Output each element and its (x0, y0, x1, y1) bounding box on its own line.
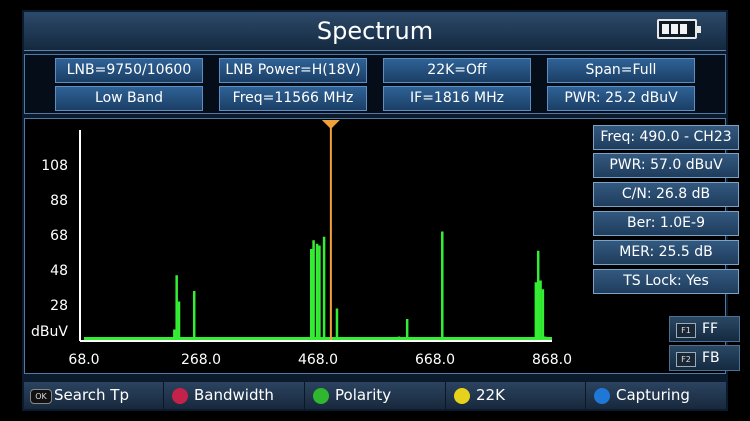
y-tick-label: 28 (50, 298, 68, 314)
title-bar: Spectrum (24, 12, 726, 51)
22k-toggle-button[interactable]: 22K (446, 382, 586, 409)
signal-bar (309, 249, 313, 340)
signal-bar (335, 308, 339, 340)
yellow-key-icon (454, 388, 470, 404)
signal-bar (175, 275, 178, 340)
red-key-icon (172, 388, 188, 404)
battery-cell (662, 24, 669, 34)
ber-measurement: Ber: 1.0E-9 (593, 211, 739, 236)
22k-label: 22K (476, 386, 505, 404)
search-tp-button[interactable]: OK Search Tp (24, 382, 164, 409)
blue-key-icon (594, 388, 610, 404)
marker-triangle-icon[interactable] (321, 120, 340, 129)
signal-bar (312, 240, 315, 340)
battery-icon (657, 19, 701, 39)
battery-nub (697, 26, 701, 33)
x-tick-label: 868.0 (532, 352, 572, 368)
ff-button[interactable]: F1 FF (669, 316, 740, 342)
if-readout: IF=1816 MHz (383, 86, 531, 111)
signal-bar (177, 301, 181, 340)
signal-bar (539, 280, 542, 340)
y-tick-label: 48 (50, 263, 68, 279)
ff-label: FF (702, 321, 719, 337)
bandwidth-button[interactable]: Bandwidth (164, 382, 305, 409)
page-title: Spectrum (316, 17, 434, 45)
capturing-button[interactable]: Capturing (586, 382, 726, 409)
y-tick-label: 88 (50, 193, 68, 209)
signal-bar (318, 245, 321, 340)
battery-cell (671, 24, 678, 34)
signal-bar (315, 243, 319, 340)
mer-measurement: MER: 25.5 dB (593, 240, 739, 265)
green-key-icon (313, 388, 329, 404)
bandwidth-label: Bandwidth (194, 386, 274, 404)
22k-button[interactable]: 22K=Off (383, 58, 531, 83)
battery-cell (680, 24, 687, 34)
x-tick-label: 468.0 (298, 352, 338, 368)
polarity-label: Polarity (335, 386, 392, 404)
signal-bar (543, 336, 547, 340)
y-tick-label: 68 (50, 228, 68, 244)
signal-bar (322, 236, 326, 340)
y-axis-unit: dBuV (31, 324, 68, 340)
signal-bar (441, 231, 444, 340)
lnb-button[interactable]: LNB=9750/10600 (55, 58, 203, 83)
bottom-bar: OK Search Tp Bandwidth Polarity 22K Capt… (24, 382, 726, 409)
signal-bar (536, 250, 540, 340)
polarity-button[interactable]: Polarity (305, 382, 446, 409)
y-tick-label: 108 (41, 158, 68, 174)
search-tp-label: Search Tp (54, 386, 129, 404)
x-tick-label: 268.0 (181, 352, 221, 368)
signal-bar (534, 282, 538, 340)
ts-lock-measurement: TS Lock: Yes (593, 269, 739, 294)
f2-key-icon: F2 (676, 352, 696, 367)
power-measurement: PWR: 57.0 dBuV (593, 153, 739, 178)
signal-bar (173, 329, 176, 340)
fb-label: FB (702, 350, 720, 366)
fb-button[interactable]: F2 FB (669, 345, 740, 371)
x-tick-label: 668.0 (415, 352, 455, 368)
frequency-button[interactable]: Freq=11566 MHz (219, 86, 367, 111)
signal-bar (541, 289, 545, 340)
signal-bar (192, 291, 196, 340)
freq-measurement: Freq: 490.0 - CH23 (593, 125, 739, 150)
ok-key-icon: OK (30, 389, 52, 404)
band-button[interactable]: Low Band (55, 86, 203, 111)
signal-bar (397, 336, 401, 340)
signal-bar (405, 319, 409, 340)
power-readout: PWR: 25.2 dBuV (547, 86, 695, 111)
spectrum-plot: 108 88 68 48 28 dBuV 68.0 268.0 468.0 668.0 868.0 … (24, 118, 740, 374)
lnb-power-button[interactable]: LNB Power=H(18V) (219, 58, 367, 83)
x-tick-label: 68.0 (68, 352, 99, 368)
parameter-panel: LNB=9750/10600 LNB Power=H(18V) 22K=Off … (24, 54, 726, 114)
span-button[interactable]: Span=Full (547, 58, 695, 83)
capturing-label: Capturing (616, 386, 690, 404)
cn-measurement: C/N: 26.8 dB (593, 182, 739, 207)
f1-key-icon: F1 (676, 323, 696, 338)
